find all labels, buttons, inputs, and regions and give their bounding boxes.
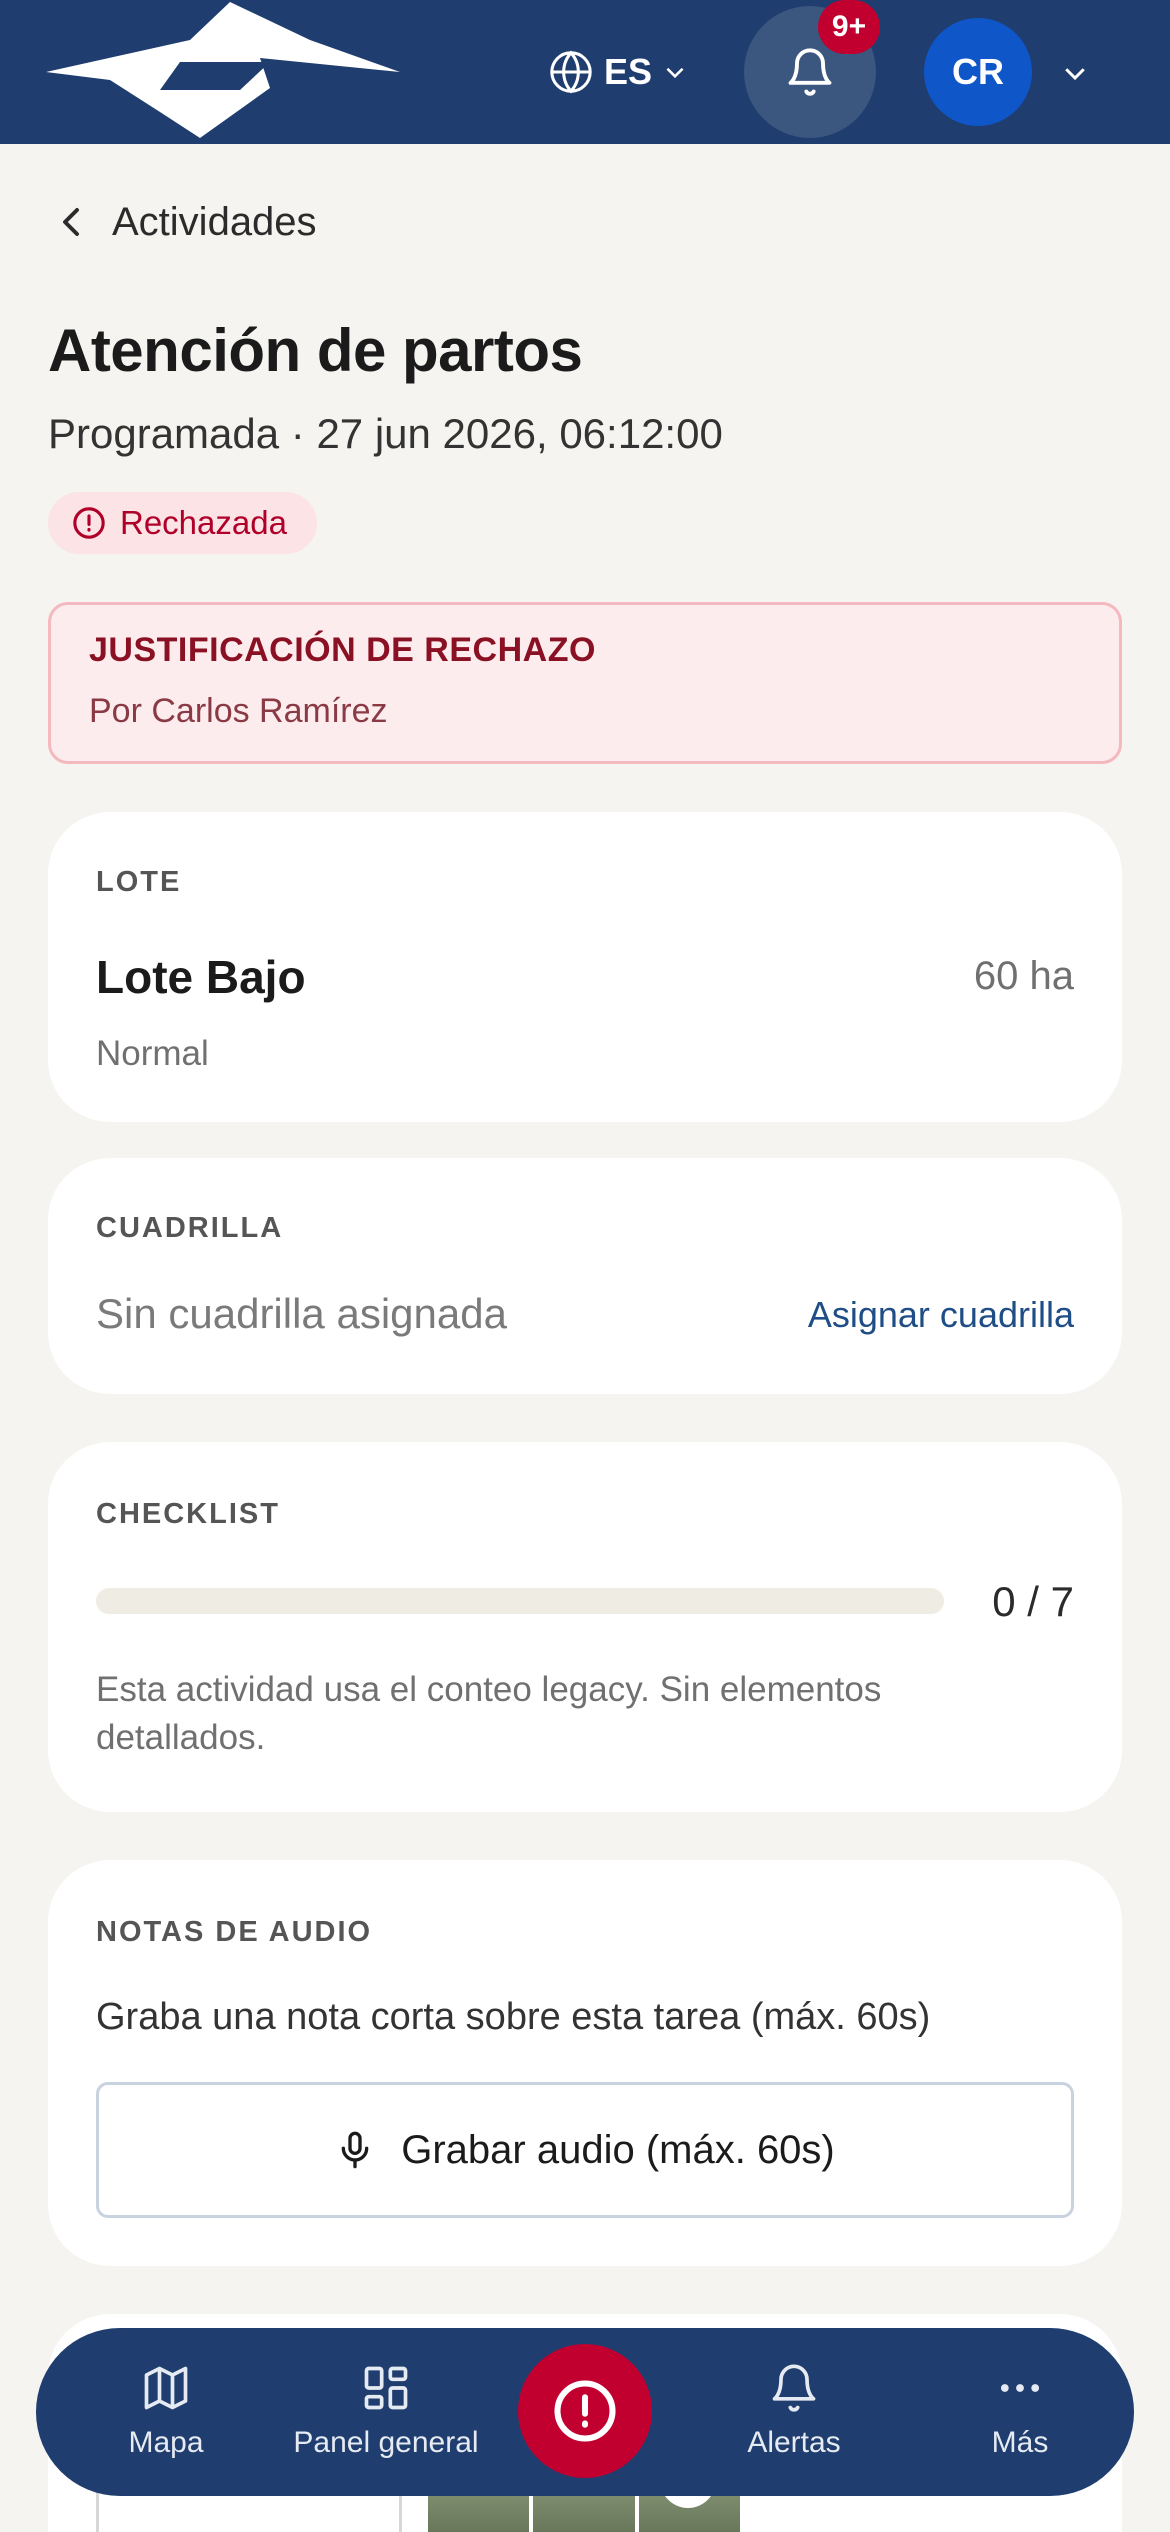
lote-card: LOTE Lote Bajo 60 ha Normal [48, 812, 1122, 1122]
crew-label: CUADRILLA [96, 1212, 284, 1244]
nav-item-alerts[interactable]: Alertas [694, 2362, 894, 2460]
rejection-justification: JUSTIFICACIÓN DE RECHAZO Por Carlos Ramí… [48, 602, 1122, 764]
status-label: Rechazada [120, 504, 287, 541]
top-bar: ES 9+ CR [0, 0, 1170, 144]
brand-logo[interactable] [40, 0, 410, 144]
page-title: Atención de partos [48, 317, 583, 384]
notifications-badge: 9+ [818, 0, 880, 54]
globe-icon [550, 50, 592, 94]
map-icon [144, 2366, 188, 2410]
crew-card: CUADRILLA Sin cuadrilla asignada Asignar… [48, 1158, 1122, 1394]
nav-item-map[interactable]: Mapa [66, 2362, 266, 2460]
back-link[interactable]: Actividades [56, 196, 317, 248]
alert-circle-icon [554, 2380, 616, 2442]
bottom-navigation: Mapa Panel general Alertas Más [36, 2328, 1134, 2496]
bell-icon [788, 48, 832, 96]
rejection-author: Por Carlos Ramírez [89, 692, 388, 730]
chevron-left-icon [63, 208, 79, 236]
activity-schedule: Programada · 27 jun 2026, 06:12:00 [48, 410, 723, 457]
language-selector[interactable]: ES [548, 42, 688, 102]
microphone-icon [341, 2131, 369, 2169]
assign-crew-link[interactable]: Asignar cuadrilla [808, 1294, 1074, 1336]
checklist-label: CHECKLIST [96, 1498, 280, 1530]
user-avatar[interactable]: CR [924, 18, 1032, 126]
lote-area: 60 ha [973, 954, 1074, 998]
language-code: ES [604, 51, 653, 92]
audio-notes-card: NOTAS DE AUDIO Graba una nota corta sobr… [48, 1860, 1122, 2266]
nav-label-map: Mapa [128, 2426, 204, 2459]
lote-label: LOTE [96, 866, 182, 898]
lote-name: Lote Bajo [96, 951, 306, 1003]
audio-notes-description: Graba una nota corta sobre esta tarea (m… [96, 1996, 931, 2038]
report-alert-button[interactable] [518, 2344, 652, 2478]
back-link-label: Actividades [112, 199, 317, 244]
checklist-note: Esta actividad usa el conteo legacy. Sin… [96, 1670, 882, 1757]
record-audio-label: Grabar audio (máx. 60s) [401, 2127, 835, 2172]
checklist-progress-bar [96, 1588, 944, 1614]
lote-type: Normal [96, 1034, 209, 1073]
checklist-count: 0 / 7 [992, 1578, 1074, 1625]
more-icon [1000, 2384, 1040, 2392]
rejection-title: JUSTIFICACIÓN DE RECHAZO [89, 631, 596, 669]
chevron-down-icon [666, 67, 684, 79]
grid-icon [364, 2366, 408, 2410]
nav-label-dashboard: Panel general [293, 2426, 479, 2459]
audio-notes-label: NOTAS DE AUDIO [96, 1916, 373, 1948]
crew-empty-text: Sin cuadrilla asignada [96, 1290, 507, 1337]
record-audio-button[interactable]: Grabar audio (máx. 60s) [96, 2082, 1074, 2218]
status-badge: Rechazada [48, 492, 317, 554]
nav-item-dashboard[interactable]: Panel general [276, 2362, 496, 2460]
nav-label-alerts: Alertas [747, 2426, 841, 2459]
nav-item-more[interactable]: Más [920, 2362, 1120, 2460]
checklist-card: CHECKLIST 0 / 7 Esta actividad usa el co… [48, 1442, 1122, 1812]
chevron-down-icon[interactable] [1060, 58, 1090, 88]
alert-circle-icon [73, 507, 105, 539]
nav-label-more: Más [991, 2426, 1049, 2459]
bell-icon [772, 2364, 816, 2412]
